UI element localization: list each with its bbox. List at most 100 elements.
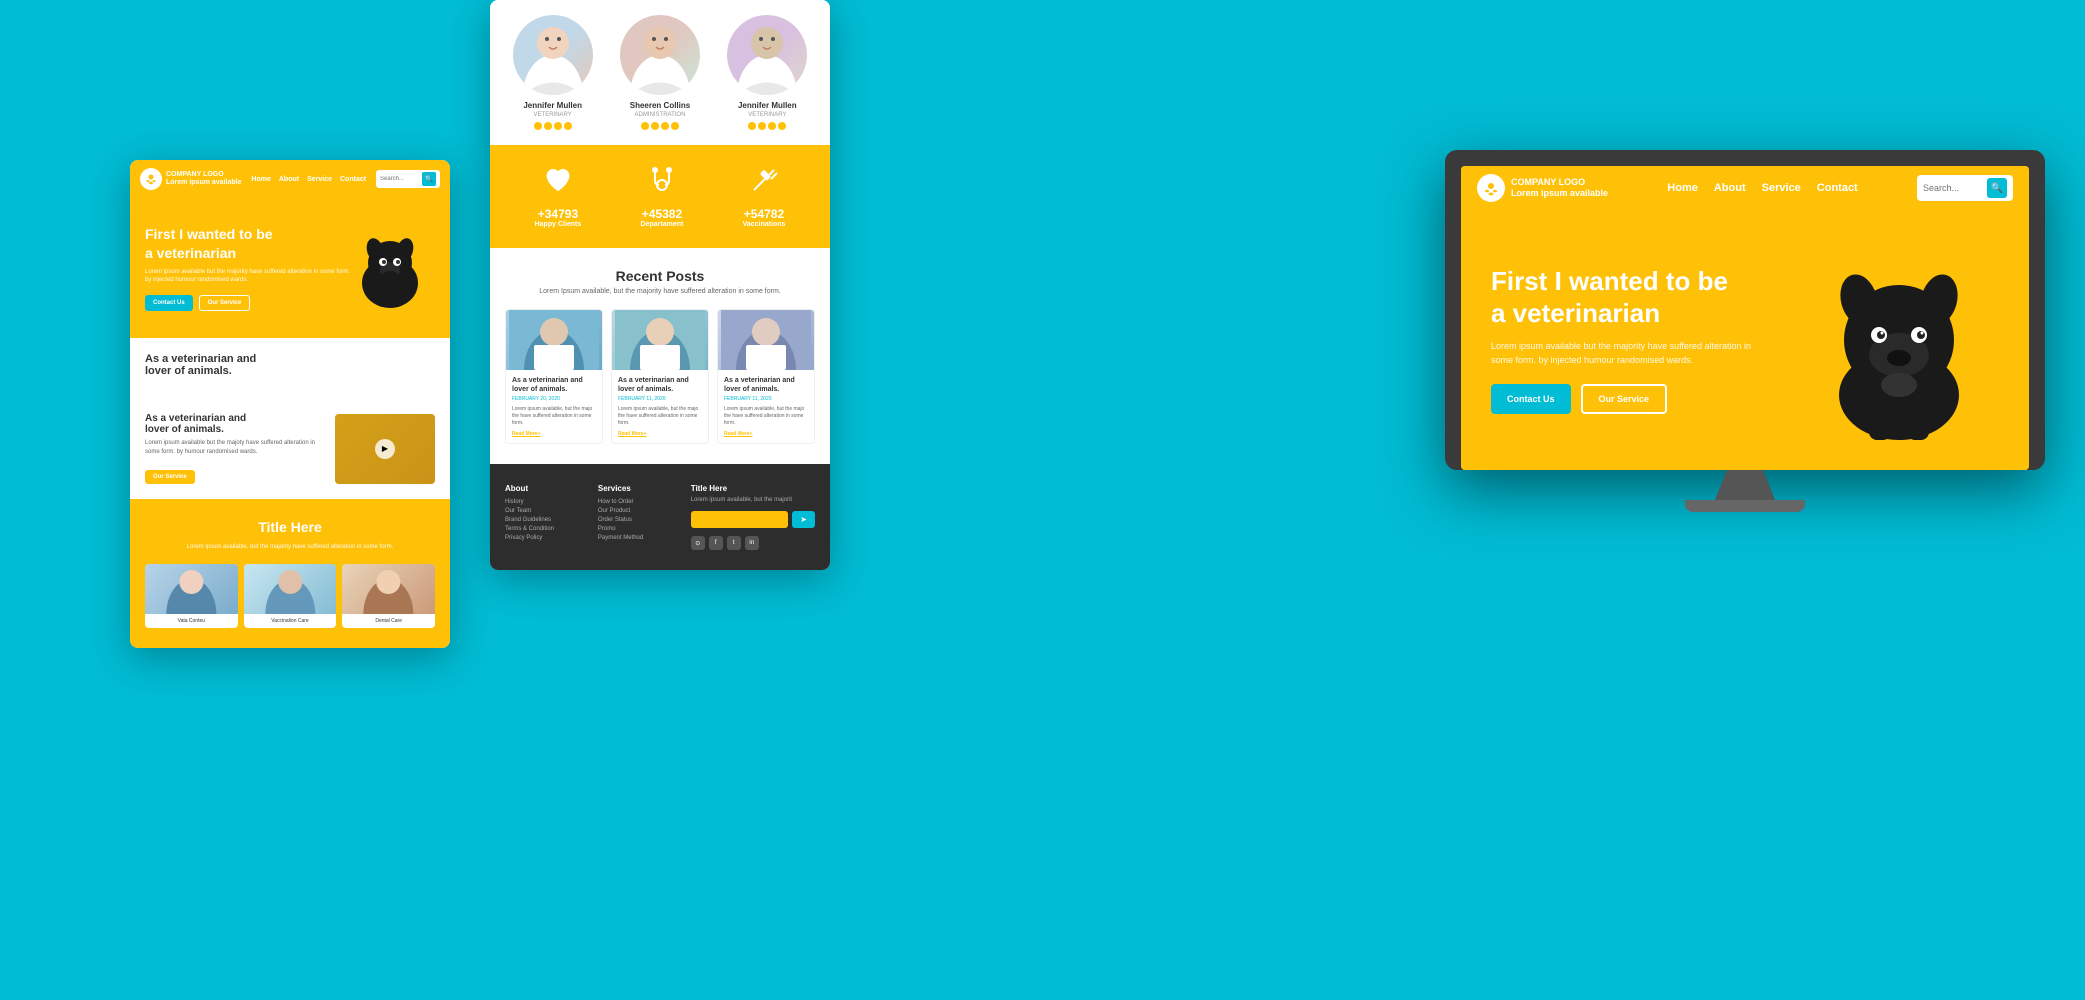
desktop-nav-home[interactable]: Home [1667, 182, 1698, 194]
post-card-3-body: As a veterinarian and lover of animals. … [718, 370, 814, 443]
post-card-2: As a veterinarian and lover of animals. … [611, 309, 709, 444]
post-excerpt-2: Lorem ipsum available, but the majo the … [618, 406, 702, 427]
monitor-stand [1715, 470, 1775, 500]
footer-email-submit-button[interactable]: ➤ [792, 511, 815, 528]
mobile-service-button[interactable]: Our Service [199, 295, 251, 311]
team-stars-1 [505, 122, 600, 130]
recent-posts-subtitle: Lorem Ipsum available, but the majority … [505, 288, 815, 295]
stat-vaccinations: +54782 Vaccinations [743, 165, 786, 228]
mobile-card-2: Vaccinalion Care [244, 564, 337, 628]
footer-linkedin-icon[interactable]: in [745, 536, 759, 550]
post-read-more-3[interactable]: Read More+ [724, 431, 808, 437]
footer-services-link-5[interactable]: Payment Method [598, 535, 681, 541]
post-card-3: As a veterinarian and lover of animals. … [717, 309, 815, 444]
mobile-nav-home[interactable]: Home [251, 176, 270, 183]
footer-services-link-2[interactable]: Our Product [598, 508, 681, 514]
post-date-2: FEBRUARY 11, 2020 [618, 396, 702, 402]
mobile-hero-title: First I wanted to be a veterinarian [145, 225, 355, 261]
mobile-card-1-label: Vata Conteu [145, 614, 238, 628]
recent-posts-title: Recent Posts [505, 268, 815, 284]
footer-about-link-5[interactable]: Privacy Policy [505, 535, 588, 541]
desktop-dog-image [1799, 240, 1999, 440]
team-photo-1 [513, 15, 593, 95]
post-image-2 [612, 310, 708, 370]
footer-about-link-1[interactable]: History [505, 499, 588, 505]
footer-about-title: About [505, 484, 588, 493]
post-date-3: FEBRUARY 11, 2020 [724, 396, 808, 402]
mobile-search-input[interactable] [380, 176, 420, 182]
footer-services-links: How to Order Our Product Order Status Pr… [598, 499, 681, 541]
post-image-3 [718, 310, 814, 370]
desktop-service-button[interactable]: Our Service [1581, 384, 1668, 414]
stat-vaccinations-number: +54782 [743, 207, 786, 221]
footer-about-link-2[interactable]: Our Team [505, 508, 588, 514]
desktop-search-button[interactable]: 🔍 [1987, 178, 2007, 198]
mobile-video-thumbnail[interactable]: ▶ [335, 414, 435, 484]
mobile-contact-button[interactable]: Contact Us [145, 295, 193, 311]
desktop-nav-about[interactable]: About [1714, 182, 1746, 194]
mobile-card-3-image [342, 564, 435, 614]
mobile-hero-subtitle: Lorem ipsum available but the majority h… [145, 268, 355, 285]
team-role-3: VETERINARY [720, 112, 815, 118]
footer-email-row: ➤ [691, 511, 815, 528]
mobile-logo-icon [140, 168, 162, 190]
mobile-search-button[interactable]: 🔍 [422, 172, 436, 186]
footer-services-col: Services How to Order Our Product Order … [598, 484, 681, 550]
team-name-2: Sheeren Collins [612, 101, 707, 110]
footer-services-link-1[interactable]: How to Order [598, 499, 681, 505]
mobile-nav-contact[interactable]: Contact [340, 176, 366, 183]
mobile-video-section: As a veterinarian andlover of animals. L… [130, 398, 450, 499]
mobile-card-3-label: Dental Care [342, 614, 435, 628]
post-excerpt-1: Lorem ipsum available, but the majo the … [512, 406, 596, 427]
syringe-icon [743, 165, 786, 201]
mobile-our-service-button[interactable]: Our Service [145, 470, 195, 484]
mobile-yellow-title: Title Here [145, 519, 435, 535]
mobile-mockup: COMPANY LOGO Lorem ipsum available Home … [130, 160, 450, 648]
mobile-nav: COMPANY LOGO Lorem ipsum available Home … [130, 160, 450, 198]
mobile-hero-text: First I wanted to be a veterinarian Lore… [145, 225, 355, 310]
stats-section: +34793 Happy Clients +45382 Departament [490, 145, 830, 248]
mobile-card-1-image [145, 564, 238, 614]
footer-services-title: Services [598, 484, 681, 493]
team-card-2: Sheeren Collins ADMINISTRATION [612, 15, 707, 130]
desktop-search-input[interactable] [1923, 183, 1983, 193]
post-image-1 [506, 310, 602, 370]
mobile-video-title: As a veterinarian andlover of animals. [145, 413, 325, 435]
post-read-more-1[interactable]: Read More+ [512, 431, 596, 437]
stat-vaccinations-label: Vaccinations [743, 221, 786, 228]
posts-grid: As a veterinarian and lover of animals. … [505, 309, 815, 444]
desktop-search-box: 🔍 [1917, 175, 2013, 201]
desktop-nav-service[interactable]: Service [1762, 182, 1801, 194]
mobile-card-2-image [244, 564, 337, 614]
footer-facebook-icon[interactable]: f [709, 536, 723, 550]
mobile-hero-buttons: Contact Us Our Service [145, 295, 355, 311]
footer-newsletter-title: Title Here [691, 484, 815, 493]
footer-twitter-icon[interactable]: t [727, 536, 741, 550]
mobile-nav-service[interactable]: Service [307, 176, 332, 183]
footer-about-link-3[interactable]: Brand Guidelines [505, 517, 588, 523]
desktop-contact-button[interactable]: Contact Us [1491, 384, 1571, 414]
mobile-dog-image [355, 218, 435, 318]
mobile-video-left: As a veterinarian andlover of animals. L… [145, 413, 325, 484]
team-stars-2 [612, 122, 707, 130]
play-button[interactable]: ▶ [375, 439, 395, 459]
post-card-1: As a veterinarian and lover of animals. … [505, 309, 603, 444]
footer-email-input[interactable] [691, 511, 789, 528]
team-role-2: ADMINISTRATION [612, 112, 707, 118]
mobile-nav-about[interactable]: About [279, 176, 299, 183]
footer-services-link-3[interactable]: Order Status [598, 517, 681, 523]
desktop-nav: COMPANY LOGO Lorem ipsum available Home … [1461, 166, 2029, 210]
stat-department-label: Departament [641, 221, 684, 228]
stat-department-number: +45382 [641, 207, 684, 221]
mobile-vet-section: As a veterinarian andlover of animals. [130, 338, 450, 398]
footer-about-link-4[interactable]: Terms & Condition [505, 526, 588, 532]
stat-department: +45382 Departament [641, 165, 684, 228]
desktop-nav-contact[interactable]: Contact [1817, 182, 1858, 194]
post-title-3: As a veterinarian and lover of animals. [724, 376, 808, 394]
footer-newsletter-text: Lorem ipsum available, but the majorit [691, 497, 815, 503]
footer-instagram-icon[interactable]: ⊙ [691, 536, 705, 550]
post-read-more-2[interactable]: Read More+ [618, 431, 702, 437]
phone-mockup-wrap: Jennifer Mullen VETERINARY [490, 0, 830, 570]
footer-services-link-4[interactable]: Promo [598, 526, 681, 532]
desktop-logo-area: COMPANY LOGO Lorem ipsum available [1477, 174, 1608, 202]
